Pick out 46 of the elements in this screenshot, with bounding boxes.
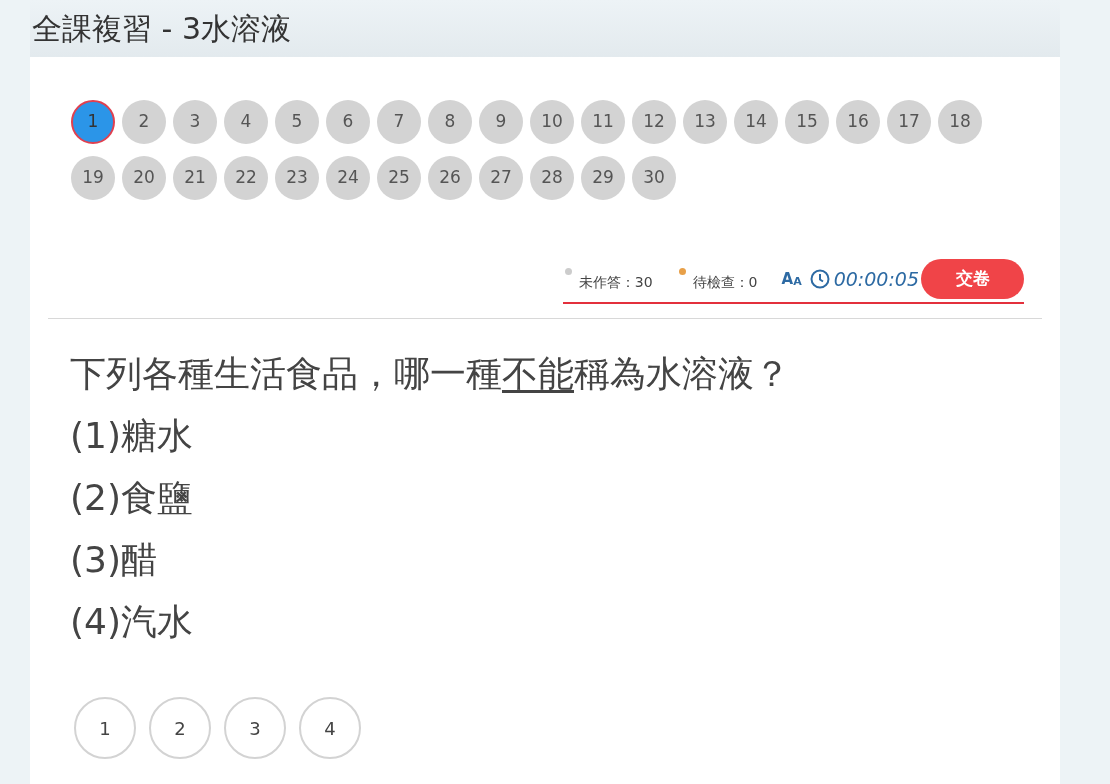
question-number[interactable]: 18 (938, 100, 982, 144)
text-size-button[interactable]: AA (781, 271, 802, 287)
option-text: (1)糖水 (70, 414, 194, 458)
question-number[interactable]: 15 (785, 100, 829, 144)
question-number[interactable]: 21 (173, 156, 217, 200)
timer: 00:00:05 (833, 266, 919, 292)
question-number[interactable]: 27 (479, 156, 523, 200)
question-number[interactable]: 22 (224, 156, 268, 200)
question-number[interactable]: 1 (71, 100, 115, 144)
question-number[interactable]: 20 (122, 156, 166, 200)
question-number[interactable]: 29 (581, 156, 625, 200)
question-number[interactable]: 11 (581, 100, 625, 144)
question-number[interactable]: 2 (122, 100, 166, 144)
question-number[interactable]: 8 (428, 100, 472, 144)
clock-icon (809, 269, 830, 289)
option-text: (4)汽水 (70, 600, 194, 644)
question-number[interactable]: 12 (632, 100, 676, 144)
option-text: (2)食鹽 (70, 476, 194, 520)
question-number[interactable]: 17 (887, 100, 931, 144)
question-number[interactable]: 4 (224, 100, 268, 144)
question-number[interactable]: 9 (479, 100, 523, 144)
question-number[interactable]: 24 (326, 156, 370, 200)
status-label: 未作答：30 (578, 272, 653, 292)
question-number[interactable]: 30 (632, 156, 676, 200)
option-text: (3)醋 (70, 538, 158, 582)
question-number[interactable]: 16 (836, 100, 880, 144)
question-number[interactable]: 6 (326, 100, 370, 144)
page-title: 全課複習 - 3水溶液 (32, 10, 291, 48)
question-number[interactable]: 23 (275, 156, 319, 200)
question-text: 下列各種生活食品，哪一種不能稱為水溶液？ (70, 352, 791, 396)
question-number[interactable]: 26 (428, 156, 472, 200)
question-number[interactable]: 5 (275, 100, 319, 144)
submit-button[interactable]: 交卷 (921, 259, 1024, 299)
question-number[interactable]: 3 (173, 100, 217, 144)
answer-button[interactable]: 2 (149, 697, 211, 759)
question-number[interactable]: 10 (530, 100, 574, 144)
question-number[interactable]: 7 (377, 100, 421, 144)
answer-button[interactable]: 1 (74, 697, 136, 759)
question-number[interactable]: 28 (530, 156, 574, 200)
question-number[interactable]: 14 (734, 100, 778, 144)
question-number[interactable]: 13 (683, 100, 727, 144)
status-label: 待檢查：0 (692, 272, 758, 292)
question-number[interactable]: 19 (71, 156, 115, 200)
question-number[interactable]: 25 (377, 156, 421, 200)
answer-button[interactable]: 4 (299, 697, 361, 759)
answer-button[interactable]: 3 (224, 697, 286, 759)
